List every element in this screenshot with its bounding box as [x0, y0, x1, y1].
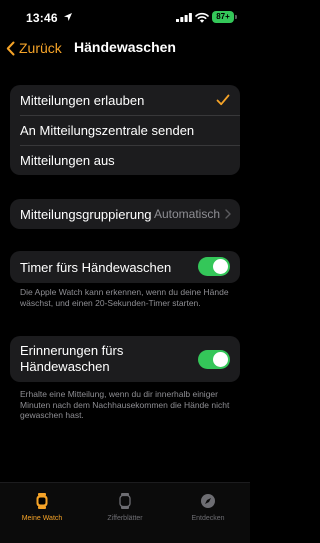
watch-face-icon — [119, 493, 131, 509]
option-notifications-off[interactable]: Mitteilungen aus — [10, 145, 240, 175]
option-label: An Mitteilungszentrale senden — [20, 122, 195, 138]
navigation-bar: Zurück Händewaschen — [0, 34, 250, 64]
status-bar: 13:46 87+ — [0, 0, 250, 34]
toggle-knob — [213, 259, 228, 274]
option-send-to-notification-center[interactable]: An Mitteilungszentrale senden — [10, 115, 240, 145]
tab-label: Zifferblätter — [107, 515, 143, 522]
tab-watch-faces[interactable]: Zifferblätter — [90, 493, 160, 522]
reminders-group: Erinnerungen fürs Händewaschen — [10, 336, 240, 382]
chevron-right-icon — [225, 209, 231, 219]
timer-label: Timer fürs Händewaschen — [20, 259, 172, 275]
battery-icon: 87+ — [212, 11, 234, 23]
reminders-label: Erinnerungen fürs Händewaschen — [20, 343, 124, 374]
timer-footnote: Die Apple Watch kann erkennen, wenn du d… — [20, 287, 229, 308]
reminders-footnote: Erhalte eine Mitteilung, wenn du dir inn… — [20, 389, 230, 420]
tab-bar: Meine Watch Zifferblätter Entdecken — [0, 482, 250, 543]
cellular-signal-icon — [176, 13, 192, 22]
option-allow-notifications[interactable]: Mitteilungen erlauben — [10, 85, 240, 115]
tab-my-watch[interactable]: Meine Watch — [7, 493, 77, 522]
option-label: Mitteilungen erlauben — [20, 92, 145, 108]
handwashing-reminders-row: Erinnerungen fürs Händewaschen — [10, 336, 240, 382]
notification-grouping-row[interactable]: Mitteilungsgruppierung Automatisch — [10, 199, 240, 229]
battery-tip — [235, 15, 237, 19]
page-title: Händewaschen — [74, 39, 176, 55]
option-label: Mitteilungen aus — [20, 152, 115, 168]
tab-label: Meine Watch — [21, 515, 63, 522]
grouping-group: Mitteilungsgruppierung Automatisch — [10, 199, 240, 229]
checkmark-icon — [216, 94, 230, 106]
status-time: 13:46 — [26, 11, 58, 25]
watch-icon — [36, 493, 48, 509]
handwashing-timer-row: Timer fürs Händewaschen — [10, 251, 240, 283]
location-arrow-icon — [64, 13, 72, 21]
toggle-knob — [213, 352, 228, 367]
tab-discover[interactable]: Entdecken — [173, 493, 243, 522]
grouping-label: Mitteilungsgruppierung — [20, 206, 152, 222]
notification-options-group: Mitteilungen erlauben An Mitteilungszent… — [10, 85, 240, 175]
compass-icon — [201, 494, 215, 508]
timer-toggle[interactable] — [198, 257, 230, 276]
timer-group: Timer fürs Händewaschen — [10, 251, 240, 283]
tab-label: Entdecken — [191, 515, 225, 522]
wifi-icon — [195, 12, 209, 23]
grouping-value: Automatisch — [153, 207, 220, 221]
reminders-toggle[interactable] — [198, 350, 230, 369]
